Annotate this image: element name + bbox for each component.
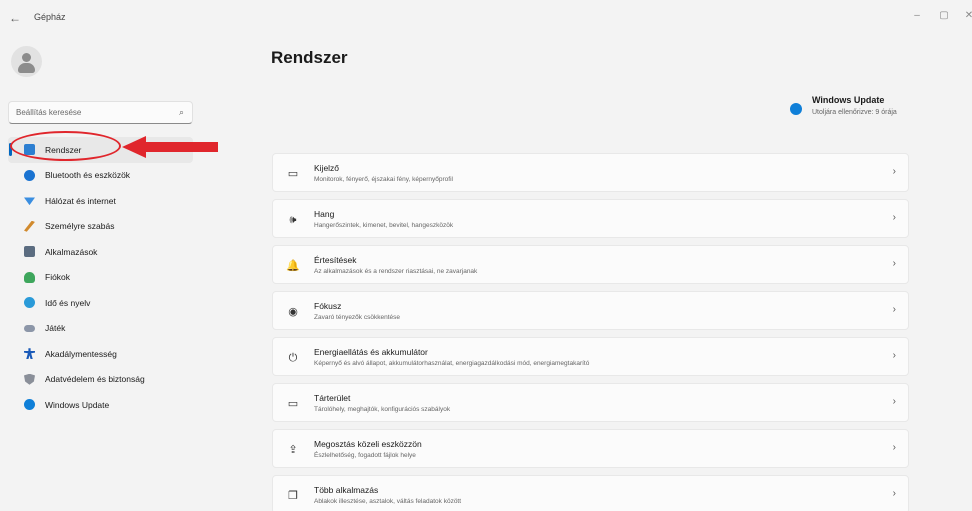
sidebar-item-label: Hálózat és internet: [45, 195, 116, 206]
gaming-icon: [24, 324, 35, 332]
sidebar-item-bluetooth[interactable]: Bluetooth és eszközök: [8, 163, 193, 189]
title-bar: ← Gépház – ▢ ✕: [0, 0, 972, 36]
privacy-icon: [24, 373, 35, 385]
close-button[interactable]: ✕: [962, 10, 972, 21]
back-arrow-icon[interactable]: ←: [8, 11, 22, 25]
sidebar-item-label: Alkalmazások: [45, 246, 98, 257]
accessibility-icon: [24, 348, 35, 360]
sidebar-item-accessibility[interactable]: Akadálymentesség: [8, 341, 193, 367]
search-placeholder: Beállítás keresése: [16, 108, 82, 117]
windows-update-icon: [790, 103, 802, 115]
settings-card-sound[interactable]: 🕪 Hang Hangerőszintek, kimenet, bevitel,…: [272, 199, 909, 238]
sidebar-item-label: Adatvédelem és biztonság: [45, 374, 145, 385]
windows-update-icon: [24, 399, 35, 411]
sidebar-item-label: Windows Update: [45, 399, 110, 410]
app-title: Gépház: [34, 12, 66, 22]
annotation-arrow-icon: [122, 136, 218, 158]
settings-card-focus[interactable]: ◉ Fókusz Zavaró tényezők csökkentése ›: [272, 291, 909, 330]
sidebar-item-windows-update[interactable]: Windows Update: [8, 392, 193, 418]
personalization-icon: [24, 220, 35, 232]
sidebar-item-personalization[interactable]: Személyre szabás: [8, 214, 193, 240]
settings-card-notifications[interactable]: 🔔 Értesítések Az alkalmazások és a rends…: [272, 245, 909, 284]
card-subtitle: Észlelhetőség, fogadott fájlok helye: [314, 452, 416, 459]
card-subtitle: Hangerőszintek, kimenet, bevitel, hanges…: [314, 222, 454, 229]
card-subtitle: Ablakok illesztése, asztalok, váltás fel…: [314, 498, 462, 505]
card-title: Értesítések: [314, 255, 357, 265]
sidebar-item-time-language[interactable]: Idő és nyelv: [8, 290, 193, 316]
chevron-right-icon: ›: [892, 396, 896, 407]
windows-update-last-checked: Utoljára ellenőrizve: 9 órája: [812, 109, 897, 116]
nearby-sharing-icon: ⇪: [288, 444, 298, 456]
card-subtitle: Zavaró tényezők csökkentése: [314, 314, 400, 321]
card-title: Több alkalmazás: [314, 485, 379, 495]
card-title: Kijelző: [314, 163, 340, 173]
apps-icon: [24, 246, 35, 258]
sidebar-item-label: Fiókok: [45, 272, 71, 283]
search-icon[interactable]: ⌕: [179, 107, 184, 118]
page-title: Rendszer: [271, 48, 348, 67]
settings-card-multitasking[interactable]: ❐ Több alkalmazás Ablakok illesztése, as…: [272, 475, 909, 511]
settings-card-power[interactable]: ⏻ Energiaellátás és akkumulátor Képernyő…: [272, 337, 909, 376]
sidebar-item-label: Játék: [45, 323, 66, 334]
card-title: Fókusz: [314, 301, 342, 311]
sidebar-item-accounts[interactable]: Fiókok: [8, 265, 193, 291]
settings-card-nearby-sharing[interactable]: ⇪ Megosztás közeli eszközzön Észlelhetős…: [272, 429, 909, 468]
network-icon: [24, 197, 35, 206]
card-title: Energiaellátás és akkumulátor: [314, 347, 428, 357]
sound-icon: 🕪: [289, 214, 297, 226]
sidebar-item-label: Akadálymentesség: [45, 348, 117, 359]
sidebar-item-gaming[interactable]: Játék: [8, 316, 193, 342]
time-language-icon: [24, 297, 35, 309]
storage-icon: ▭: [287, 398, 299, 410]
chevron-right-icon: ›: [892, 442, 896, 453]
card-subtitle: Tárolóhely, meghajtók, konfigurációs sza…: [314, 406, 451, 413]
notifications-icon: 🔔: [286, 260, 300, 272]
accounts-icon: [24, 271, 35, 283]
sidebar-item-label: Személyre szabás: [45, 221, 115, 232]
power-icon: ⏻: [288, 352, 298, 364]
chevron-right-icon: ›: [892, 166, 896, 177]
avatar-body: [18, 63, 35, 73]
sidebar-item-label: Idő és nyelv: [45, 297, 91, 308]
search-input[interactable]: Beállítás keresése ⌕: [8, 101, 193, 124]
windows-update-status[interactable]: Windows Update Utoljára ellenőrizve: 9 ó…: [790, 94, 965, 126]
annotation-ellipse: [10, 131, 121, 161]
avatar[interactable]: [11, 46, 42, 77]
settings-card-storage[interactable]: ▭ Tárterület Tárolóhely, meghajtók, konf…: [272, 383, 909, 422]
chevron-right-icon: ›: [892, 212, 896, 223]
settings-card-display[interactable]: ▭ Kijelző Monitorok, fényerő, éjszakai f…: [272, 153, 909, 192]
chevron-right-icon: ›: [892, 488, 896, 499]
display-icon: ▭: [287, 168, 299, 180]
focus-icon: ◉: [288, 306, 298, 318]
card-subtitle: Monitorok, fényerő, éjszakai fény, képer…: [314, 176, 453, 183]
sidebar-item-label: Bluetooth és eszközök: [45, 170, 131, 181]
multitasking-icon: ❐: [288, 490, 298, 502]
sidebar-item-apps[interactable]: Alkalmazások: [8, 239, 193, 265]
avatar-head: [22, 53, 31, 62]
chevron-right-icon: ›: [892, 304, 896, 315]
maximize-button[interactable]: ▢: [937, 10, 951, 21]
chevron-right-icon: ›: [892, 258, 896, 269]
sidebar-item-privacy[interactable]: Adatvédelem és biztonság: [8, 367, 193, 393]
card-subtitle: Az alkalmazások és a rendszer riasztásai…: [314, 268, 478, 275]
card-title: Hang: [314, 209, 335, 219]
minimize-button[interactable]: –: [910, 10, 924, 21]
card-subtitle: Képernyő és alvó állapot, akkumulátorhas…: [314, 360, 590, 367]
bluetooth-icon: [24, 169, 35, 181]
card-title: Megosztás közeli eszközzön: [314, 439, 422, 449]
card-title: Tárterület: [314, 393, 351, 403]
sidebar-item-network[interactable]: Hálózat és internet: [8, 188, 193, 214]
sidebar-nav: Rendszer Bluetooth és eszközök Hálózat é…: [8, 137, 193, 418]
windows-update-title: Windows Update: [812, 95, 885, 105]
settings-list: ▭ Kijelző Monitorok, fényerő, éjszakai f…: [272, 153, 909, 511]
chevron-right-icon: ›: [892, 350, 896, 361]
